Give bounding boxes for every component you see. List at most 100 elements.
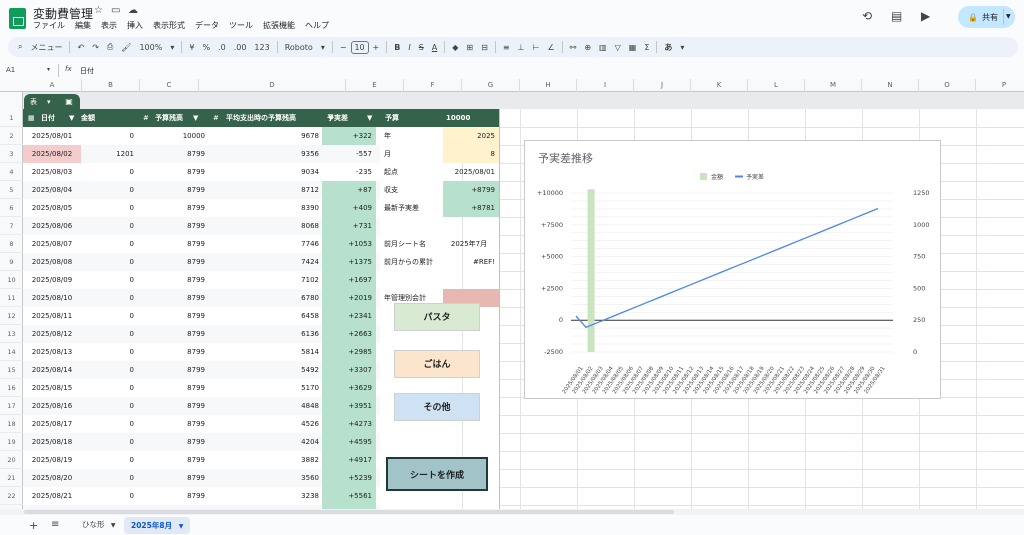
row-header[interactable]: 14	[0, 343, 23, 361]
header-variance[interactable]: 予実差	[327, 109, 348, 127]
amount-cell[interactable]: 0	[82, 163, 134, 181]
amount-cell[interactable]: 0	[82, 379, 134, 397]
side-value[interactable]: 2025	[443, 127, 499, 145]
more-formats-button[interactable]: 123	[250, 43, 273, 52]
menu-item[interactable]: 表示形式	[153, 20, 185, 31]
budget-balance-cell[interactable]: 8799	[140, 199, 205, 217]
date-cell[interactable]: 2025/08/18	[23, 433, 81, 451]
increase-decimal-button[interactable]: .00	[230, 43, 251, 52]
create-sheet-button[interactable]: シートを作成	[386, 457, 488, 491]
avg-balance-cell[interactable]: 5492	[205, 361, 319, 379]
filter-icon[interactable]: ▽	[611, 43, 625, 52]
header-budget-dropdown-icon[interactable]: ▼	[193, 109, 198, 127]
date-cell[interactable]: 2025/08/13	[23, 343, 81, 361]
header-variance-dropdown-icon[interactable]: ▼	[367, 109, 372, 127]
column-header[interactable]: H	[520, 79, 577, 92]
amount-cell[interactable]: 0	[82, 217, 134, 235]
amount-cell[interactable]: 0	[82, 271, 134, 289]
amount-cell[interactable]: 1201	[82, 145, 134, 163]
amount-cell[interactable]: 0	[82, 451, 134, 469]
avg-balance-cell[interactable]: 5170	[205, 379, 319, 397]
sheet-grid[interactable]: ABCDEFGHIJKLMNOP 1 2 3 4 5 6 7 8 9 10 11 12 13 14 15 16…	[0, 79, 1024, 509]
header-avg-balance[interactable]: 平均支出時の予算残高	[226, 109, 296, 127]
row-header[interactable]: 19	[0, 433, 23, 451]
budget-balance-cell[interactable]: 8799	[140, 289, 205, 307]
amount-cell[interactable]: 0	[82, 487, 134, 505]
other-button[interactable]: その他	[394, 393, 480, 421]
amount-cell[interactable]: 0	[82, 127, 134, 145]
row-header[interactable]: 8	[0, 235, 23, 253]
budget-balance-cell[interactable]: 8799	[140, 397, 205, 415]
column-header[interactable]: I	[577, 79, 634, 92]
date-cell[interactable]: 2025/08/19	[23, 451, 81, 469]
bold-button[interactable]: B	[390, 43, 404, 52]
row-header[interactable]: 12	[0, 307, 23, 325]
amount-cell[interactable]: 0	[82, 235, 134, 253]
avg-balance-cell[interactable]: 6136	[205, 325, 319, 343]
amount-cell[interactable]: 0	[82, 199, 134, 217]
menu-item[interactable]: ツール	[229, 20, 253, 31]
variance-cell[interactable]: +4917	[322, 451, 376, 469]
menu-item[interactable]: データ	[195, 20, 219, 31]
variance-cell[interactable]: +3951	[322, 397, 376, 415]
input-tools-button[interactable]: あ	[660, 42, 676, 53]
star-icon[interactable]: ☆	[94, 5, 103, 16]
undo-icon[interactable]: ↶	[73, 43, 88, 52]
date-cell[interactable]: 2025/08/17	[23, 415, 81, 433]
side-label[interactable]: 月	[384, 145, 440, 163]
variance-cell[interactable]: +5561	[322, 487, 376, 505]
date-cell[interactable]: 2025/08/16	[23, 397, 81, 415]
side-value[interactable]: 8	[443, 145, 499, 163]
row-header[interactable]: 16	[0, 379, 23, 397]
variance-cell[interactable]: +2663	[322, 325, 376, 343]
column-header[interactable]: K	[691, 79, 748, 92]
percent-format-button[interactable]: %	[198, 43, 214, 52]
budget-balance-cell[interactable]: 8799	[140, 487, 205, 505]
variance-cell[interactable]: +731	[322, 217, 376, 235]
share-dropdown-icon[interactable]: ▼	[1006, 13, 1011, 20]
menu-item[interactable]: ファイル	[33, 20, 65, 31]
date-cell[interactable]: 2025/08/11	[23, 307, 81, 325]
variance-cell[interactable]: +322	[322, 127, 376, 145]
variance-cell[interactable]: +1053	[322, 235, 376, 253]
row-header[interactable]: 5	[0, 181, 23, 199]
header-amount[interactable]: 金額	[81, 109, 95, 127]
horizontal-align-icon[interactable]: ≡	[499, 43, 514, 52]
row-header[interactable]: 9	[0, 253, 23, 271]
font-size-decrease-icon[interactable]: −	[336, 43, 351, 52]
budget-balance-cell[interactable]: 8799	[140, 163, 205, 181]
font-select[interactable]: Roboto	[281, 43, 317, 52]
budget-balance-cell[interactable]: 8799	[140, 379, 205, 397]
row-header[interactable]: 15	[0, 361, 23, 379]
variance-cell[interactable]: +2985	[322, 343, 376, 361]
meet-icon[interactable]: ▶	[921, 9, 930, 23]
insert-link-icon[interactable]: ⚯	[566, 43, 581, 52]
side-label[interactable]: 前月からの累計	[384, 253, 440, 271]
search-menus-button[interactable]: メニュー	[26, 42, 66, 53]
date-cell[interactable]: 2025/08/09	[23, 271, 81, 289]
avg-balance-cell[interactable]: 7746	[205, 235, 319, 253]
search-menu-icon[interactable]: ⌕	[14, 42, 26, 52]
side-label[interactable]: 前月シート名	[384, 235, 440, 253]
budget-balance-cell[interactable]: 8799	[140, 253, 205, 271]
row-header[interactable]: 4	[0, 163, 23, 181]
vertical-align-icon[interactable]: ⊥	[514, 43, 529, 52]
avg-balance-cell[interactable]: 4204	[205, 433, 319, 451]
avg-balance-cell[interactable]: 7424	[205, 253, 319, 271]
side-value[interactable]: 2025/08/01	[443, 163, 499, 181]
fill-color-icon[interactable]: ◆	[448, 43, 462, 52]
font-dropdown-icon[interactable]: ▾	[317, 43, 329, 52]
avg-balance-cell[interactable]: 7102	[205, 271, 319, 289]
italic-button[interactable]: I	[404, 43, 414, 52]
avg-balance-cell[interactable]: 5814	[205, 343, 319, 361]
text-wrap-icon[interactable]: ⊢	[529, 43, 544, 52]
amount-cell[interactable]: 0	[82, 361, 134, 379]
date-cell[interactable]: 2025/08/15	[23, 379, 81, 397]
avg-balance-cell[interactable]: 9678	[205, 127, 319, 145]
zoom-dropdown-icon[interactable]: ▾	[166, 43, 178, 52]
budget-balance-cell[interactable]: 8799	[140, 451, 205, 469]
budget-balance-cell[interactable]: 8799	[140, 469, 205, 487]
menu-item[interactable]: ヘルプ	[305, 20, 329, 31]
date-cell[interactable]: 2025/08/21	[23, 487, 81, 505]
avg-balance-cell[interactable]: 3238	[205, 487, 319, 505]
